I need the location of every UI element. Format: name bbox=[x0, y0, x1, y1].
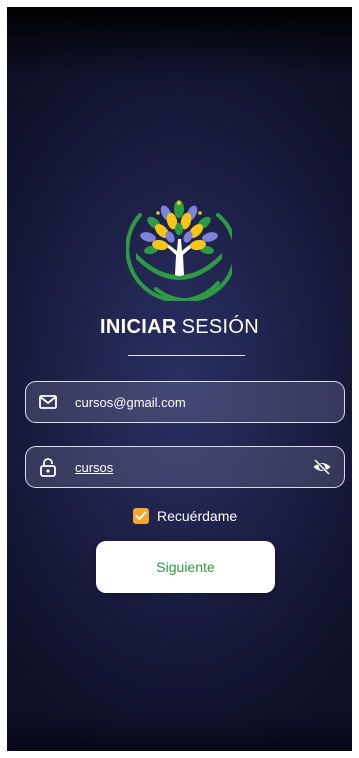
password-value: cursos bbox=[75, 459, 114, 475]
email-value: cursos@gmail.com bbox=[75, 394, 186, 410]
next-button[interactable]: Siguiente bbox=[96, 541, 275, 593]
lock-icon bbox=[37, 456, 59, 478]
check-icon bbox=[135, 511, 147, 520]
login-screen: INICIAR SESIÓN cursos@gmail.com cursos R… bbox=[7, 7, 352, 751]
page-title: INICIAR SESIÓN bbox=[7, 316, 352, 339]
title-divider bbox=[128, 355, 245, 356]
title-light: SESIÓN bbox=[181, 316, 259, 338]
title-bold: INICIAR bbox=[100, 316, 177, 338]
email-field[interactable]: cursos@gmail.com bbox=[25, 381, 345, 423]
tree-logo bbox=[126, 200, 232, 301]
remember-label: Recuérdame bbox=[157, 508, 238, 524]
eye-off-icon[interactable] bbox=[312, 457, 332, 477]
password-field[interactable]: cursos bbox=[25, 446, 345, 488]
mail-icon bbox=[37, 391, 59, 413]
remember-checkbox[interactable] bbox=[133, 508, 149, 524]
remember-me[interactable]: Recuérdame bbox=[133, 508, 237, 524]
